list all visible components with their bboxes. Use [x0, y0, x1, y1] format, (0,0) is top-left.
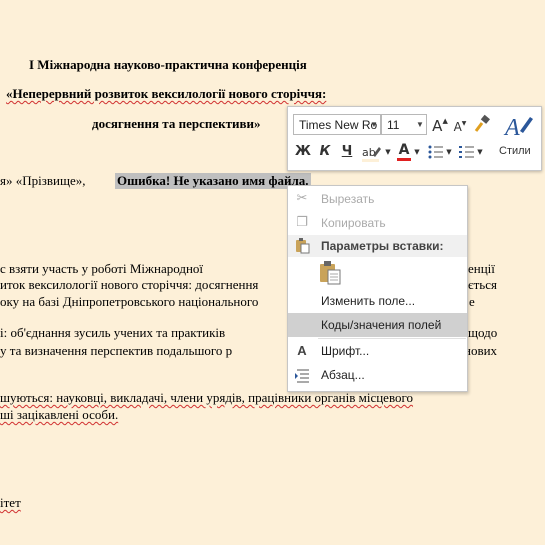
menu-item-label: Вырезать	[321, 192, 375, 206]
bullets-button[interactable]	[428, 144, 444, 160]
paragraph2-line2-right: нових	[464, 343, 498, 358]
mini-toolbar: Times New Ro ▼ 11 ▼ A▲ A▼ A Стили Ж К Ч …	[287, 106, 542, 171]
context-menu: ✂ Вырезать ❐ Копировать Параметры вставк…	[287, 185, 468, 392]
font-name-value: Times New Ro	[299, 118, 378, 132]
scissors-icon: ✂	[296, 191, 308, 206]
highlight-button[interactable]: ab	[361, 143, 383, 163]
styles-button[interactable]: A	[500, 111, 536, 141]
paragraph2-line1-right: щодо	[468, 325, 498, 340]
paste-keep-formatting-button[interactable]	[318, 260, 342, 286]
underline-button[interactable]: Ч	[339, 144, 355, 159]
paragraph1-line3: оку на базі Дніпропетровського національ…	[0, 294, 259, 309]
format-painter-icon	[474, 114, 490, 132]
conference-title-line3: досягнення та перспективи»	[92, 116, 261, 131]
menu-item-label: Абзац...	[321, 368, 365, 382]
styles-label: Стили	[499, 145, 531, 157]
chevron-down-icon[interactable]: ▼	[384, 148, 392, 156]
font-color-letter: A	[398, 142, 410, 158]
menu-item-label: Копировать	[321, 216, 386, 230]
font-color-swatch	[397, 158, 411, 161]
paragraph1-line2: иток вексилології нового сторіччя: досяг…	[0, 277, 259, 292]
chevron-down-icon[interactable]: ▼	[445, 148, 453, 156]
paragraph-icon	[294, 367, 310, 383]
bullet-list-icon	[428, 145, 443, 159]
font-name-combo[interactable]: Times New Ro ▼	[293, 114, 381, 135]
copy-icon: ❐	[296, 215, 308, 230]
paragraph2-line2: у та визначення перспектив подальшого р	[0, 343, 233, 358]
conference-title-line1: І Міжнародна науково-практична конференц…	[29, 57, 307, 72]
paragraph1-line1-right: енції	[468, 261, 495, 276]
styles-icon: A	[503, 115, 533, 141]
font-icon: A	[297, 343, 307, 358]
format-painter-button[interactable]	[472, 114, 494, 134]
menu-item-paragraph[interactable]: Абзац...	[288, 363, 467, 387]
menu-item-label: Шрифт...	[321, 344, 370, 358]
menu-item-edit-field[interactable]: Изменить поле...	[288, 289, 467, 313]
numbering-button[interactable]	[459, 144, 475, 160]
paste-options-header: Параметры вставки:	[288, 235, 467, 257]
shrink-font-button[interactable]: A▼	[452, 120, 468, 134]
paragraph3-line1: шуються: науковці, викладачі, члени уряд…	[0, 390, 414, 405]
font-size-combo[interactable]: 11 ▼	[381, 114, 427, 135]
paragraph1-line2-right: ється	[468, 277, 497, 292]
font-color-button[interactable]: A	[396, 142, 412, 164]
numbered-list-icon	[459, 146, 474, 158]
grow-font-button[interactable]: A▲	[431, 117, 449, 135]
menu-item-copy[interactable]: ❐ Копировать	[288, 211, 467, 235]
conference-title-line2: «Неперервний розвиток вексилології новог…	[6, 86, 327, 101]
svg-text:ab: ab	[362, 146, 376, 159]
paragraph1-line3-right: е	[469, 294, 475, 309]
menu-item-font[interactable]: A Шрифт...	[288, 339, 467, 363]
chevron-down-icon[interactable]: ▼	[368, 115, 380, 134]
menu-item-label: Коды/значения полей	[321, 318, 442, 332]
clipboard-icon	[320, 261, 341, 285]
paragraph1-line1: с взяти участь у роботі Міжнародної	[0, 261, 204, 276]
svg-text:A: A	[503, 115, 520, 141]
menu-item-label: Изменить поле...	[321, 294, 416, 308]
menu-item-toggle-field-codes[interactable]: Коды/значения полей	[288, 313, 467, 337]
menu-item-cut[interactable]: ✂ Вырезать	[288, 187, 467, 211]
font-size-value: 11	[387, 118, 400, 132]
chevron-down-icon[interactable]: ▼	[476, 148, 484, 156]
italic-button[interactable]: К	[317, 144, 333, 159]
paragraph3-line2: ші зацікавлені особи.	[0, 407, 119, 422]
name-fields-row: я» «Прізвище»,	[0, 173, 86, 188]
paste-icon	[294, 237, 311, 254]
chevron-down-icon[interactable]: ▼	[413, 148, 421, 156]
paragraph2-line1: і: об'єднання зусиль учених та практиків	[0, 325, 226, 340]
field-error-text[interactable]: Ошибка! Не указано имя файла.	[115, 173, 311, 189]
chevron-down-icon[interactable]: ▼	[414, 115, 426, 134]
paste-options-label: Параметры вставки:	[321, 239, 444, 253]
highlighter-icon: ab	[362, 146, 381, 162]
footer-fragment: ітет	[0, 495, 21, 510]
bold-button[interactable]: Ж	[295, 144, 311, 159]
